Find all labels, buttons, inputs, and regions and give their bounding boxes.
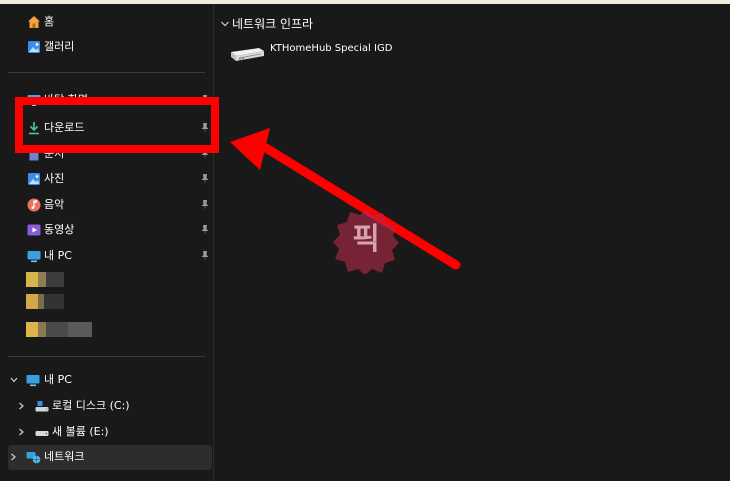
chevron-right-icon[interactable] (16, 400, 26, 412)
drive-icon (35, 431, 49, 436)
device-name: KTHomeHub Special IGD (270, 43, 393, 54)
tree-item-label: 네트워크 (44, 450, 85, 463)
highlight-box-annotation (15, 97, 219, 153)
pin-icon[interactable] (200, 173, 210, 185)
tree-item-label: 내 PC (44, 373, 72, 386)
chevron-down-icon[interactable] (220, 19, 230, 29)
blurred-folder-item[interactable] (26, 272, 66, 287)
chevron-right-icon[interactable] (8, 451, 18, 463)
tree-item-label: 로컬 디스크 (C:) (52, 399, 130, 412)
tree-item-network[interactable]: 네트워크 (8, 445, 212, 470)
watermark-text: 픽 (352, 222, 380, 257)
group-header-label: 네트워크 인프라 (232, 17, 314, 31)
blurred-folder-item[interactable] (26, 322, 94, 337)
tree-item-label: 새 볼륨 (E:) (52, 425, 109, 438)
blurred-folder-item[interactable] (26, 294, 66, 309)
sidebar-item-pictures[interactable]: 사진 (8, 167, 212, 191)
videos-icon (27, 224, 41, 236)
sidebar-item-label: 홈 (44, 15, 55, 28)
home-icon (28, 16, 40, 28)
pictures-icon (28, 173, 40, 185)
watermark-logo: 픽 (333, 208, 399, 274)
navigation-pane: 홈 갤러리 바탕 화면 다운로드 문서 사진 음악 동영상 내 PC 내 PC … (0, 4, 213, 481)
pin-icon[interactable] (200, 224, 210, 236)
this-pc-icon (26, 375, 40, 387)
sidebar-item-music[interactable]: 음악 (8, 193, 212, 217)
chevron-right-icon[interactable] (16, 426, 26, 438)
this-pc-icon (27, 251, 41, 263)
network-device-item[interactable]: KTHomeHub Special IGD (228, 42, 428, 68)
sidebar-divider (8, 72, 205, 73)
sidebar-item-label: 동영상 (44, 223, 75, 236)
sidebar-item-gallery[interactable]: 갤러리 (8, 35, 212, 59)
tree-item-local-disk[interactable]: 로컬 디스크 (C:) (8, 394, 212, 418)
sidebar-item-home[interactable]: 홈 (8, 10, 212, 34)
sidebar-item-label: 음악 (44, 198, 65, 211)
network-icon (26, 452, 41, 464)
sidebar-item-videos[interactable]: 동영상 (8, 218, 212, 242)
pin-icon[interactable] (200, 199, 210, 211)
tree-item-this-pc[interactable]: 내 PC (8, 368, 212, 392)
router-icon (231, 48, 264, 61)
chevron-down-icon[interactable] (9, 374, 19, 386)
music-icon (27, 198, 41, 212)
local-disk-icon (35, 401, 49, 412)
sidebar-item-label: 내 PC (44, 249, 72, 262)
gallery-icon (28, 41, 40, 53)
sidebar-item-label: 사진 (44, 172, 65, 185)
pin-icon[interactable] (200, 250, 210, 262)
sidebar-divider (8, 356, 205, 357)
sidebar-item-this-pc[interactable]: 내 PC (8, 244, 212, 268)
sidebar-item-label: 갤러리 (44, 40, 75, 53)
tree-item-volume-e[interactable]: 새 볼륨 (E:) (8, 420, 212, 444)
